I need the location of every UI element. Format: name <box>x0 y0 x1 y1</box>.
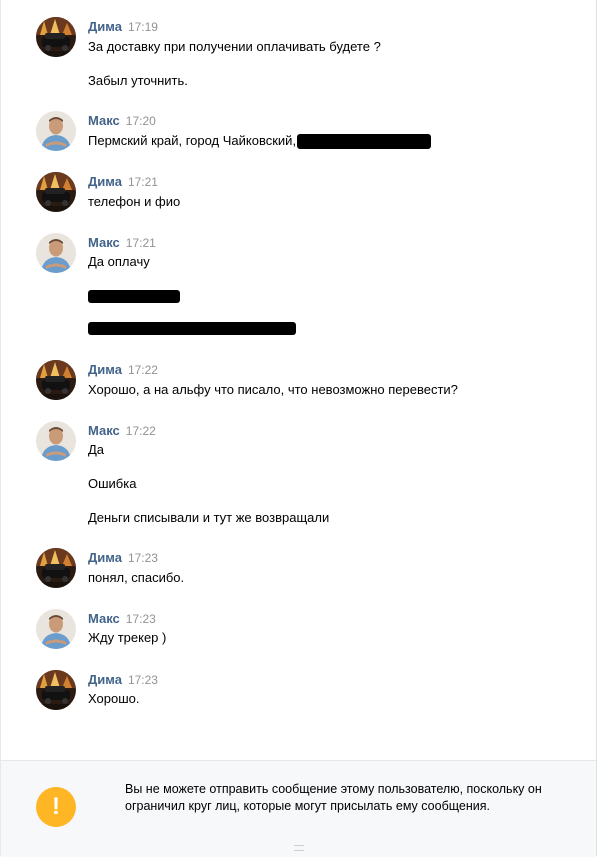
dima-avatar[interactable] <box>36 670 76 710</box>
resize-handle[interactable] <box>294 845 304 851</box>
author-name[interactable]: Макс <box>88 235 120 250</box>
maks-avatar[interactable] <box>36 421 76 461</box>
message-text: Да <box>88 442 105 457</box>
message-time[interactable]: 17:23 <box>128 551 158 565</box>
write-blocked-notice: ! Вы не можете отправить сообщение этому… <box>1 760 596 857</box>
message-text: Забыл уточнить. <box>88 73 188 88</box>
author-name[interactable]: Дима <box>88 19 122 34</box>
message-time[interactable]: 17:21 <box>126 236 156 250</box>
message-text: Хорошо, а на альфу что писало, что невоз… <box>88 382 458 397</box>
message-text: Пермский край, город Чайковский, <box>88 133 297 148</box>
message-text: Жду трекер ) <box>88 630 167 645</box>
message-time[interactable]: 17:23 <box>126 612 156 626</box>
author-name[interactable]: Макс <box>88 113 120 128</box>
maks-avatar[interactable] <box>36 111 76 151</box>
message-time[interactable]: 17:22 <box>126 424 156 438</box>
message-time[interactable]: 17:21 <box>128 175 158 189</box>
dima-avatar[interactable] <box>36 360 76 400</box>
message-text: Деньги списывали и тут же возвращали <box>88 510 330 525</box>
author-name[interactable]: Дима <box>88 174 122 189</box>
redaction-mark <box>297 134 432 150</box>
redacted-line <box>88 288 180 304</box>
message-text: телефон и фио <box>88 194 181 209</box>
author-name[interactable]: Дима <box>88 362 122 377</box>
maks-avatar[interactable] <box>36 609 76 649</box>
conversation-panel: Дима 17:19 За доставку при получении опла… <box>0 0 597 856</box>
maks-avatar[interactable] <box>36 233 76 273</box>
message-text: Ошибка <box>88 476 137 491</box>
message-text: Хорошо. <box>88 691 140 706</box>
message-time[interactable]: 17:19 <box>128 20 158 34</box>
exclamation-icon: ! <box>36 787 76 827</box>
redaction-mark <box>88 290 180 304</box>
dima-avatar[interactable] <box>36 548 76 588</box>
notice-text: Вы не можете отправить сообщение этому п… <box>125 782 542 813</box>
message-text-line: Пермский край, город Чайковский, <box>88 133 432 150</box>
message-time[interactable]: 17:22 <box>128 363 158 377</box>
dima-avatar[interactable] <box>36 17 76 57</box>
redaction-mark <box>88 322 296 336</box>
message-time[interactable]: 17:20 <box>126 114 156 128</box>
message-text: понял, спасибо. <box>88 570 185 585</box>
author-name[interactable]: Макс <box>88 423 120 438</box>
author-name[interactable]: Макс <box>88 611 120 626</box>
author-name[interactable]: Дима <box>88 550 122 565</box>
message-text: За доставку при получении оплачивать буд… <box>88 39 381 54</box>
message-time[interactable]: 17:23 <box>128 673 158 687</box>
author-name[interactable]: Дима <box>88 672 122 687</box>
dima-avatar[interactable] <box>36 172 76 212</box>
message-text: Да оплачу <box>88 254 150 269</box>
redacted-line <box>88 320 296 336</box>
